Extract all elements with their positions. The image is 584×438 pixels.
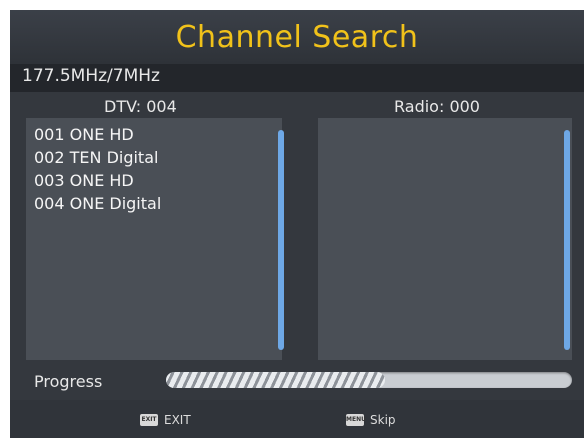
- list-item[interactable]: 001 ONE HD: [34, 123, 161, 146]
- menu-key-icon: MENU: [346, 414, 366, 426]
- exit-label: EXIT: [164, 413, 191, 427]
- radio-count-header: Radio: 000: [394, 97, 480, 116]
- radio-scrollbar[interactable]: [564, 130, 570, 350]
- list-item[interactable]: 003 ONE HD: [34, 169, 161, 192]
- dtv-channel-list: 001 ONE HD 002 TEN Digital 003 ONE HD 00…: [34, 123, 161, 215]
- dtv-count-header: DTV: 004: [104, 97, 177, 116]
- footer-bar: [10, 400, 584, 438]
- progress-label: Progress: [34, 372, 103, 391]
- list-item[interactable]: 002 TEN Digital: [34, 146, 161, 169]
- skip-button[interactable]: MENU Skip: [346, 412, 396, 428]
- skip-label: Skip: [370, 413, 396, 427]
- radio-channel-panel: [318, 118, 572, 360]
- frequency-readout: 177.5MHz/7MHz: [22, 66, 160, 86]
- channel-search-screen: Channel Search 177.5MHz/7MHz DTV: 004 Ra…: [10, 10, 584, 438]
- progress-bar: [166, 372, 572, 388]
- exit-button[interactable]: EXIT EXIT: [140, 412, 191, 428]
- exit-key-icon: EXIT: [140, 414, 158, 426]
- page-title: Channel Search: [175, 20, 419, 55]
- progress-bar-fill: [166, 372, 386, 388]
- dtv-scrollbar[interactable]: [278, 130, 284, 350]
- list-item[interactable]: 004 ONE Digital: [34, 192, 161, 215]
